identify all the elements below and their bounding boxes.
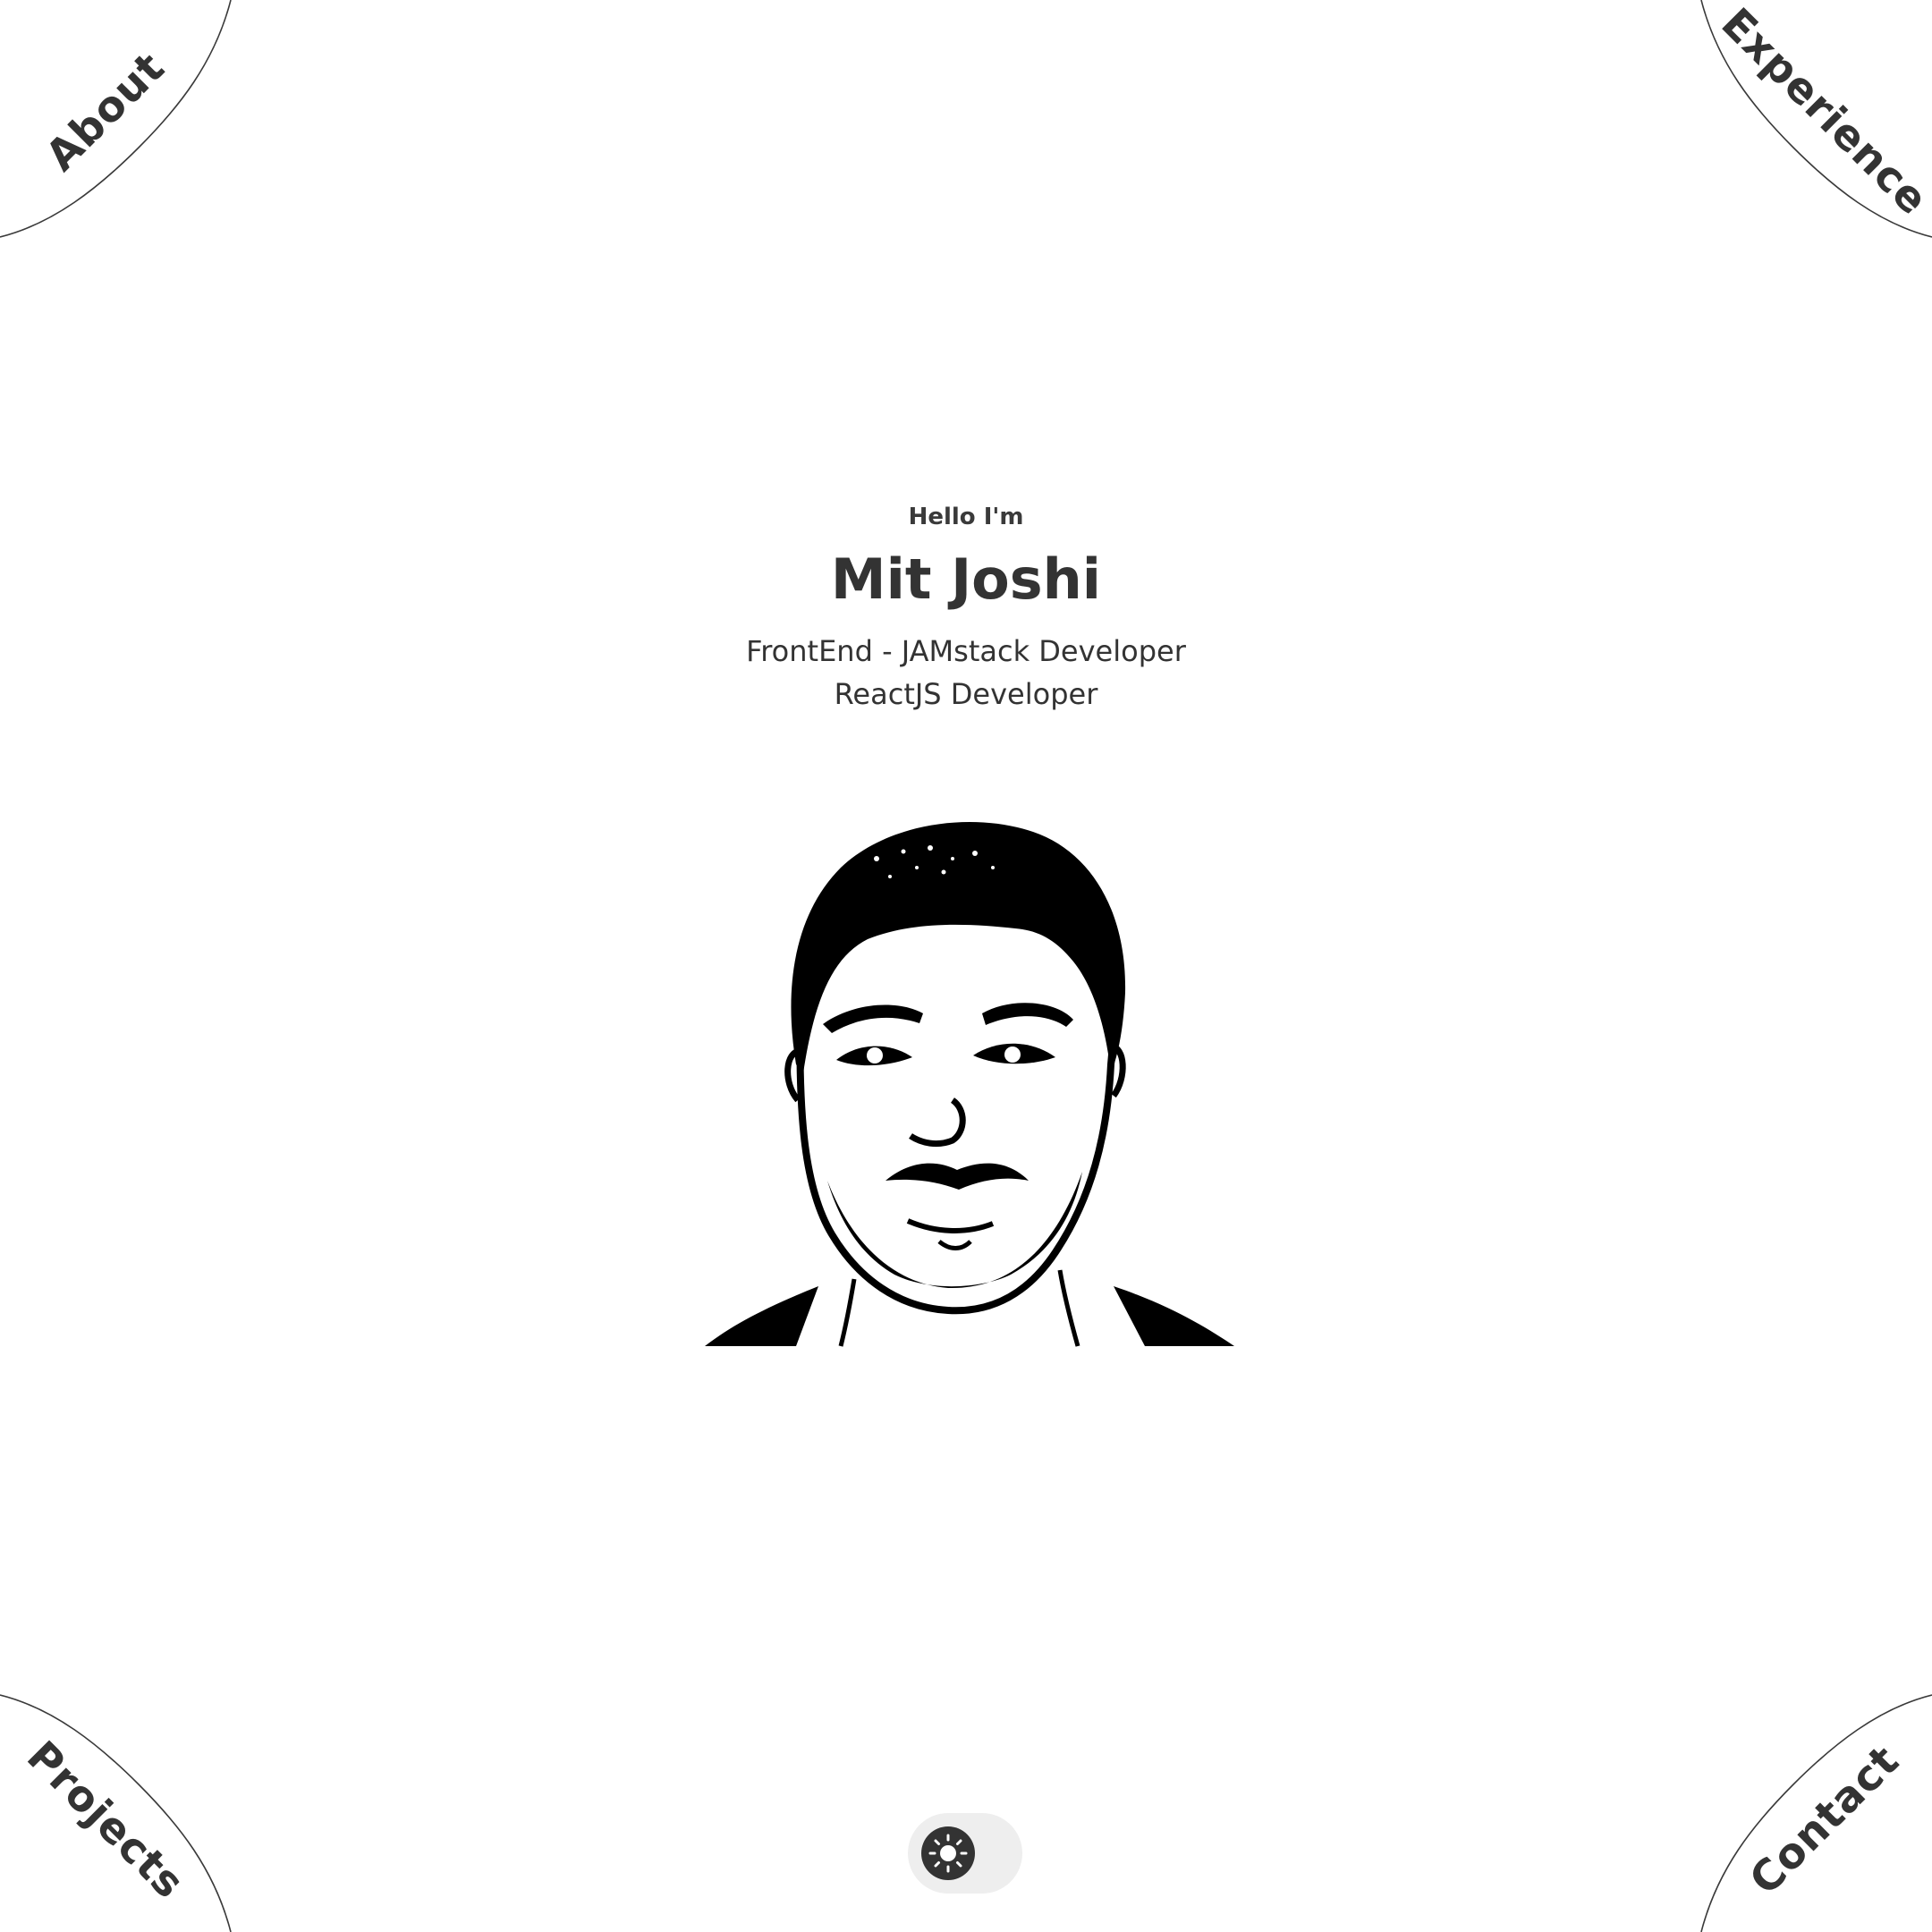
nav-projects-label: Projects	[17, 1732, 194, 1909]
nav-contact-label: Contact	[1740, 1735, 1910, 1905]
theme-toggle[interactable]	[908, 1813, 1022, 1894]
hero-greeting: Hello I'm	[908, 504, 1024, 530]
theme-toggle-knob[interactable]	[921, 1826, 975, 1880]
profile-portrait	[705, 822, 1234, 1347]
hero-role-primary: FrontEnd - JAMstack Developer	[746, 634, 1186, 668]
hero-name: Mit Joshi	[830, 547, 1102, 612]
hero-section: Hello I'm Mit Joshi FrontEnd - JAMstack …	[0, 501, 1932, 716]
nav-experience-label: Experience	[1711, 0, 1932, 225]
hero-role-secondary: ReactJS Developer	[834, 677, 1098, 711]
nav-about-label: About	[36, 42, 175, 182]
sun-icon	[928, 1834, 968, 1873]
